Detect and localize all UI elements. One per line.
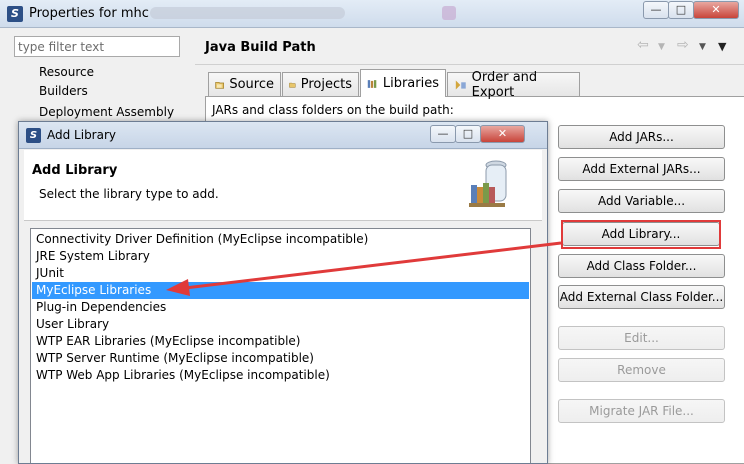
list-item[interactable]: JRE System Library xyxy=(32,248,529,265)
forward-arrow-icon[interactable]: ⇨ xyxy=(677,37,689,53)
annotation-highlight-box xyxy=(561,220,721,249)
migrate-jar-file-button[interactable]: Migrate JAR File... xyxy=(558,399,725,423)
forward-dropdown-icon[interactable]: ▼ xyxy=(699,42,706,52)
order-export-icon xyxy=(455,79,466,90)
back-dropdown-icon[interactable]: ▼ xyxy=(658,42,665,52)
list-item-selected[interactable]: MyEclipse Libraries xyxy=(32,282,529,299)
list-item[interactable]: Plug-in Dependencies xyxy=(32,299,529,316)
myeclipse-app-icon: S xyxy=(7,6,23,22)
dialog-header-subtitle: Select the library type to add. xyxy=(39,187,219,201)
dialog-close-button[interactable]: ✕ xyxy=(480,125,525,143)
edit-button[interactable]: Edit... xyxy=(558,326,725,350)
nav-item-resource[interactable]: Resource xyxy=(39,65,94,79)
dialog-header-title: Add Library xyxy=(32,163,118,178)
nav-item-deployment-assembly[interactable]: Deployment Assembly xyxy=(39,105,174,119)
back-arrow-icon[interactable]: ⇦ xyxy=(637,37,649,53)
list-item[interactable]: WTP EAR Libraries (MyEclipse incompatibl… xyxy=(32,333,529,350)
view-menu-icon[interactable]: ▼ xyxy=(718,40,726,53)
header-divider xyxy=(195,64,744,65)
nav-item-builders[interactable]: Builders xyxy=(39,84,88,98)
dialog-title: Add Library xyxy=(47,128,117,142)
tab-label: Source xyxy=(229,77,274,92)
library-type-list[interactable]: Connectivity Driver Definition (MyEclips… xyxy=(30,228,531,463)
dialog-minimize-button[interactable]: — xyxy=(430,125,456,143)
tab-source[interactable]: Source xyxy=(208,72,281,96)
myeclipse-app-icon: S xyxy=(26,128,41,143)
list-item[interactable]: Connectivity Driver Definition (MyEclips… xyxy=(32,231,529,248)
panel-title: Java Build Path xyxy=(205,40,316,55)
remove-button[interactable]: Remove xyxy=(558,358,725,382)
add-library-dialog: S Add Library — □ ✕ Add Library Select t… xyxy=(18,121,548,464)
dialog-titlebar[interactable]: S Add Library — □ ✕ xyxy=(19,122,547,149)
dialog-maximize-button[interactable]: □ xyxy=(455,125,481,143)
blurred-icon xyxy=(442,6,456,20)
libraries-icon xyxy=(367,79,377,88)
add-jars-button[interactable]: Add JARs... xyxy=(558,125,725,149)
list-item[interactable]: User Library xyxy=(32,316,529,333)
dialog-header: Add Library Select the library type to a… xyxy=(24,150,542,221)
add-class-folder-button[interactable]: Add Class Folder... xyxy=(558,254,725,278)
properties-window-title: Properties for mhc xyxy=(29,6,149,21)
minimize-button[interactable]: — xyxy=(643,1,669,19)
projects-folder-icon xyxy=(289,82,296,88)
source-folder-icon xyxy=(215,81,225,89)
maximize-button[interactable]: □ xyxy=(668,1,694,19)
tab-label: Projects xyxy=(300,77,352,92)
tab-label: Libraries xyxy=(382,76,439,91)
add-external-jars-button[interactable]: Add External JARs... xyxy=(558,157,725,181)
tab-order-and-export[interactable]: Order and Export xyxy=(447,70,580,100)
add-variable-button[interactable]: Add Variable... xyxy=(558,189,725,213)
jars-label: JARs and class folders on the build path… xyxy=(212,103,454,117)
list-item[interactable]: WTP Web App Libraries (MyEclipse incompa… xyxy=(32,367,529,384)
list-item[interactable]: WTP Server Runtime (MyEclipse incompatib… xyxy=(32,350,529,367)
tab-projects[interactable]: Projects xyxy=(282,72,359,96)
tab-label: Order and Export xyxy=(471,69,538,100)
library-jar-icon xyxy=(469,160,507,207)
list-item[interactable]: JUnit xyxy=(32,265,529,282)
close-button[interactable]: ✕ xyxy=(693,1,739,19)
filter-input[interactable] xyxy=(14,36,180,57)
properties-titlebar[interactable]: S Properties for mhc — □ ✕ xyxy=(0,0,744,28)
tab-libraries[interactable]: Libraries xyxy=(360,69,446,97)
blurred-title-area xyxy=(150,7,345,19)
add-external-class-folder-button[interactable]: Add External Class Folder... xyxy=(558,285,725,309)
